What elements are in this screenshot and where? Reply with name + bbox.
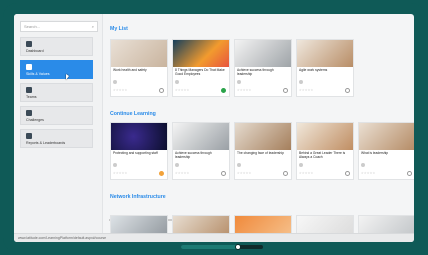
search-placeholder: Search... (24, 24, 41, 29)
sidebar-item-skills[interactable]: Skills & Values (20, 60, 93, 79)
rating-stars-icon: ☆☆☆☆☆ (113, 171, 128, 175)
sidebar-item-dashboard[interactable]: Dashboard (20, 37, 93, 56)
dashboard-icon (26, 41, 32, 47)
card-image (235, 40, 291, 67)
rating-stars-icon: ☆☆☆☆☆ (175, 171, 190, 175)
status-icon (345, 88, 350, 93)
rating-stars-icon: ☆☆☆☆☆ (237, 171, 252, 175)
card-title: Behind a Great Leader There is Always a … (299, 151, 346, 159)
course-card[interactable]: Behind a Great Leader There is Always a … (296, 122, 354, 180)
mouse-cursor (66, 74, 69, 80)
rating-stars-icon: ☆☆☆☆☆ (299, 88, 314, 92)
chart-icon (26, 133, 32, 139)
card-image (111, 40, 167, 67)
card-title: Agile work systems (299, 68, 328, 72)
scrubber-progress (181, 245, 239, 249)
badge-icon (113, 163, 117, 167)
badge-icon (175, 163, 179, 167)
status-icon (283, 171, 288, 176)
rating-stars-icon: ☆☆☆☆☆ (237, 88, 252, 92)
person-icon (26, 64, 32, 70)
card-title: Achieve success through leadership (175, 151, 212, 159)
status-icon (407, 171, 412, 176)
completed-check-icon (221, 88, 226, 93)
status-icon (159, 88, 164, 93)
course-card[interactable]: Achieve success through leadership ☆☆☆☆☆ (172, 122, 230, 180)
rating-stars-icon: ☆☆☆☆☆ (175, 88, 190, 92)
badge-icon (113, 80, 117, 84)
in-progress-icon (159, 171, 164, 176)
sidebar-item-label: Skills & Values (26, 72, 50, 76)
section-title: My List (110, 26, 128, 32)
status-icon (345, 171, 350, 176)
section-title: Network Infrastructure (110, 194, 166, 200)
course-card[interactable]: Work health and safety ☆☆☆☆☆ (110, 39, 168, 97)
video-scrubber[interactable] (181, 244, 263, 250)
card-image (297, 40, 353, 67)
course-card[interactable]: Achieve success through leadership ☆☆☆☆☆ (234, 39, 292, 97)
course-card[interactable]: Protecting and supporting staff ☆☆☆☆☆ (110, 122, 168, 180)
course-card[interactable]: The changing face of leadership ☆☆☆☆☆ (234, 122, 292, 180)
sidebar-item-label: Reports & Leaderboards (26, 141, 66, 145)
sidebar-item-reports[interactable]: Reports & Leaderboards (20, 129, 93, 148)
rating-stars-icon: ☆☆☆☆☆ (113, 88, 128, 92)
section-title: Continue Learning (110, 111, 156, 117)
card-image (173, 123, 229, 150)
card-title: The changing face of leadership (237, 151, 284, 155)
teams-icon (26, 87, 32, 93)
card-image (297, 123, 353, 150)
sidebar-item-teams[interactable]: Teams (20, 83, 93, 102)
course-card[interactable]: What is leadership ☆☆☆☆☆ (358, 122, 414, 180)
rating-stars-icon: ☆☆☆☆☆ (361, 171, 376, 175)
card-image (111, 123, 167, 150)
sidebar-item-label: Dashboard (26, 49, 44, 53)
status-url-bar: www.latitude.com/LearningPlatform/defaul… (14, 233, 414, 242)
card-title: Protecting and supporting staff (113, 151, 158, 155)
badge-icon (237, 80, 241, 84)
badge-icon (299, 80, 303, 84)
app-window: Search... ⌕ Dashboard Skills & Values Te… (14, 14, 414, 242)
sidebar: Search... ⌕ Dashboard Skills & Values Te… (14, 14, 103, 242)
card-image (359, 123, 414, 150)
rating-stars-icon: ☆☆☆☆☆ (299, 171, 314, 175)
sidebar-item-challenges[interactable]: Challenges (20, 106, 93, 125)
status-icon (283, 88, 288, 93)
status-url: www.latitude.com/LearningPlatform/defaul… (18, 236, 107, 240)
trophy-icon (26, 110, 32, 116)
search-input[interactable]: Search... ⌕ (20, 21, 98, 32)
badge-icon (361, 163, 365, 167)
badge-icon (299, 163, 303, 167)
course-card[interactable]: Agile work systems ☆☆☆☆☆ (296, 39, 354, 97)
sidebar-item-label: Teams (26, 95, 37, 99)
card-image (173, 40, 229, 67)
card-title: Work health and safety (113, 68, 147, 72)
sidebar-item-label: Challenges (26, 118, 44, 122)
search-icon[interactable]: ⌕ (92, 24, 94, 29)
card-title: What is leadership (361, 151, 389, 155)
card-image (235, 123, 291, 150)
card-title: 8 Things Managers Do That Make Good Empl… (175, 68, 225, 76)
status-icon (221, 171, 226, 176)
card-title: Achieve success through leadership (237, 68, 274, 76)
badge-icon (175, 80, 179, 84)
course-card[interactable]: 8 Things Managers Do That Make Good Empl… (172, 39, 230, 97)
badge-icon (237, 163, 241, 167)
main-content: My List Work health and safety ☆☆☆☆☆ 8 T… (107, 14, 414, 242)
